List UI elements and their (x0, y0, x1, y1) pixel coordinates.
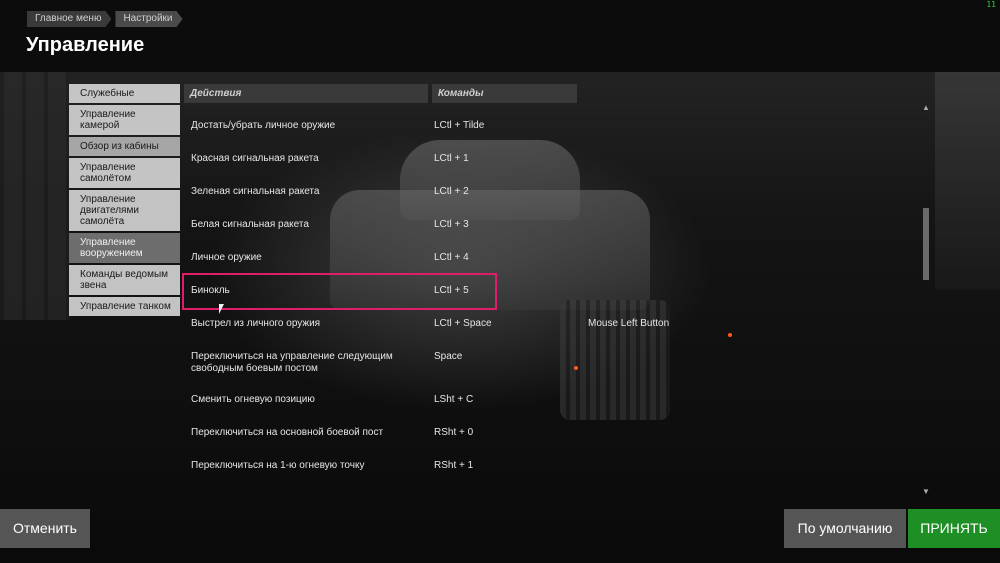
sidebar-item-service[interactable]: Служебные (69, 84, 180, 103)
table-row[interactable]: Переключиться на управление следующим св… (184, 351, 904, 379)
table-header: Действия Команды (184, 84, 935, 103)
sidebar-item-camera[interactable]: Управление камерой (69, 105, 180, 135)
command-cell[interactable]: Space (434, 351, 462, 363)
action-cell: Переключиться на управление следующим св… (191, 351, 393, 374)
fps-counter: 11 (986, 0, 996, 9)
table-row[interactable]: Белая сигнальная ракета LCtl + 3 (184, 219, 904, 247)
page-title: Управление (26, 34, 145, 56)
breadcrumb: Главное меню Настройки (27, 11, 187, 27)
hangar-wall-right (935, 70, 1000, 290)
command-cell[interactable]: LCtl + 2 (434, 186, 469, 198)
table-scrollbar[interactable]: ▲ ▼ (922, 104, 930, 496)
sidebar-item-weapons[interactable]: Управление вооружением (69, 233, 180, 263)
mouse-cursor-icon (219, 304, 224, 314)
action-cell: Переключиться на 1-ю огневую точку (191, 460, 365, 471)
action-cell: Выстрел из личного оружия (191, 318, 321, 329)
table-row[interactable]: Зеленая сигнальная ракета LCtl + 2 (184, 186, 904, 214)
command-cell[interactable]: LCtl + 4 (434, 252, 469, 264)
column-header-actions: Действия (184, 84, 428, 103)
action-cell: Красная сигнальная ракета (191, 153, 319, 164)
sidebar-item-engine-control[interactable]: Управление двигателями самолёта (69, 190, 180, 231)
table-row[interactable]: Переключиться на основной боевой пост RS… (184, 427, 904, 455)
breadcrumb-settings[interactable]: Настройки (115, 11, 182, 27)
command-cell[interactable]: LSht + C (434, 394, 473, 406)
table-row[interactable]: Переключиться на 1-ю огневую точку RSht … (184, 460, 904, 488)
action-cell: Переключиться на основной боевой пост (191, 427, 384, 438)
chevron-up-icon[interactable]: ▲ (922, 104, 930, 112)
column-header-commands: Команды (432, 84, 577, 103)
sidebar: Служебные Управление камерой Обзор из ка… (69, 84, 180, 318)
command-cell[interactable]: LCtl + Space (434, 318, 492, 330)
action-cell: Белая сигнальная ракета (191, 219, 309, 230)
sidebar-item-cockpit-view[interactable]: Обзор из кабины (69, 137, 180, 156)
action-cell: Достать/убрать личное оружие (191, 120, 336, 131)
action-cell: Личное оружие (191, 252, 262, 263)
command-cell[interactable]: RSht + 1 (434, 460, 473, 472)
sidebar-item-tank[interactable]: Управление танком (69, 297, 180, 316)
sidebar-item-aircraft-control[interactable]: Управление самолётом (69, 158, 180, 188)
command-cell[interactable]: LCtl + Tilde (434, 120, 484, 132)
header-bar: Главное меню Настройки Управление 11 (0, 0, 1000, 72)
command-cell[interactable]: LCtl + 3 (434, 219, 469, 231)
selection-highlight-box (182, 273, 497, 310)
breadcrumb-main-menu[interactable]: Главное меню (27, 11, 111, 27)
action-cell: Сменить огневую позицию (191, 394, 315, 405)
command-cell[interactable]: LCtl + 1 (434, 153, 469, 165)
sidebar-item-wingmen[interactable]: Команды ведомым звена (69, 265, 180, 295)
command-cell[interactable]: RSht + 0 (434, 427, 473, 439)
accept-button[interactable]: ПРИНЯТЬ (908, 509, 1000, 548)
command-cell-secondary[interactable]: Mouse Left Button (588, 318, 669, 330)
scrollbar-thumb[interactable] (923, 208, 929, 280)
table-row[interactable]: Сменить огневую позицию LSht + C (184, 394, 904, 422)
reset-defaults-button[interactable]: По умолчанию (784, 509, 906, 548)
table-row[interactable]: Достать/убрать личное оружие LCtl + Tild… (184, 120, 904, 148)
table-row[interactable]: Выстрел из личного оружия LCtl + Space M… (184, 318, 904, 346)
action-cell: Зеленая сигнальная ракета (191, 186, 320, 197)
table-row[interactable]: Красная сигнальная ракета LCtl + 1 (184, 153, 904, 181)
chevron-down-icon[interactable]: ▼ (922, 488, 930, 496)
cancel-button[interactable]: Отменить (0, 509, 90, 548)
hangar-wall-left (0, 70, 70, 320)
